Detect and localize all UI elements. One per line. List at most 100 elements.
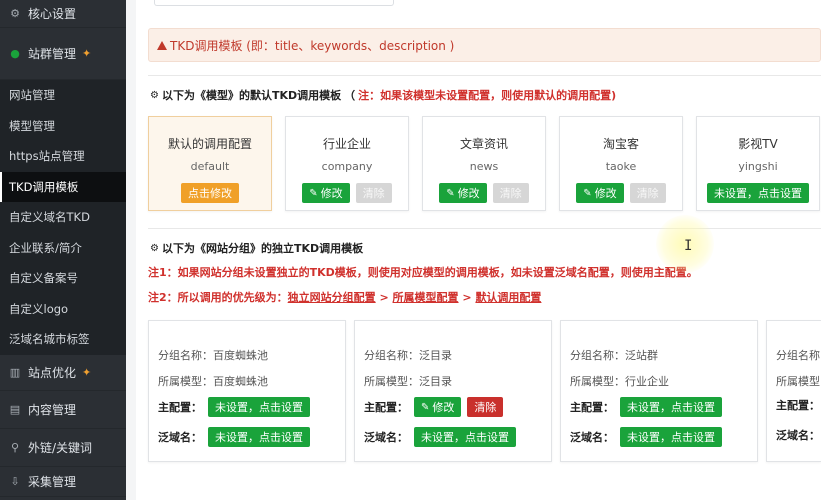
priority-link-group[interactable]: 独立网站分组配置 (288, 291, 376, 304)
group-name-row: 分组名称： 百度蜘蛛池 (158, 347, 268, 363)
wildcard-label: 泛域名： (776, 429, 820, 442)
model-card-default: 默认的调用配置 default 点击修改 (148, 116, 272, 211)
sidebar-item-label: 自定义域名TKD (9, 210, 90, 225)
chart-icon: ▥ (9, 365, 21, 379)
sidebar-submenu: 网站管理 模型管理 https站点管理 TKD调用模板 自定义域名TKD 企业联… (0, 80, 126, 355)
model-card-name: 行业企业 (322, 137, 371, 151)
group-card-partial: 分组名称： 所属模型： 主配置： 泛域名： (766, 320, 821, 462)
clear-button[interactable]: 清除 (492, 183, 529, 203)
sidebar-group-label: 站点优化 (28, 365, 77, 380)
divider (148, 75, 821, 76)
group-model-row: 所属模型： (776, 373, 821, 389)
edit-button[interactable]: ✎ 修改 (576, 183, 624, 203)
set-button[interactable]: 未设置，点击设置 (620, 427, 722, 447)
priority-link-model[interactable]: 所属模型配置 (393, 291, 459, 304)
model-card-company: 行业企业 company ✎ 修改 清除 (285, 116, 409, 211)
group-model-value: 泛目录 (419, 375, 452, 388)
model-card-code: company (321, 160, 373, 173)
group-model-value: 百度蜘蛛池 (213, 375, 268, 388)
sidebar-item-label: https站点管理 (9, 149, 85, 164)
edit-button[interactable]: ✎ 修改 (302, 183, 350, 203)
edit-button-label: 修改 (457, 187, 480, 200)
edit-icon: ✎ (421, 401, 430, 413)
sidebar-item-label: 泛域名城市标签 (9, 332, 90, 347)
sidebar-group-label: 站群管理 (28, 47, 77, 61)
clear-button[interactable]: 清除 (467, 397, 504, 417)
priority-link-default[interactable]: 默认调用配置 (475, 291, 541, 304)
set-button[interactable]: 未设置，点击设置 (414, 427, 516, 447)
sidebar-item-label: 自定义logo (9, 301, 69, 316)
group-card-fanzhanqun: 分组名称： 泛站群 所属模型： 行业企业 主配置： 未设置，点击设置 泛域名： 未设置，… (560, 320, 758, 462)
sidebar-item-custom-domain-tkd[interactable]: 自定义域名TKD (0, 202, 126, 233)
gear-icon: ⚙ (150, 89, 159, 101)
sidebar-group-label: 核心设置 (28, 7, 77, 21)
model-card-yingshi: 影视TV yingshi 未设置，点击设置 (696, 116, 820, 211)
group-name-label: 分组名称： (776, 349, 821, 362)
sidebar-group-links[interactable]: ⚲ 外链/关键词 (0, 429, 126, 467)
set-button[interactable]: 未设置，点击设置 (707, 183, 809, 203)
group-section-title: ⚙ 以下为《网站分组》的独立TKD调用模板 (150, 240, 363, 256)
sidebar-item-custom-logo[interactable]: 自定义logo (0, 294, 126, 325)
sidebar-item-custom-icp[interactable]: 自定义备案号 (0, 263, 126, 294)
sidebar-item-label: 自定义备案号 (9, 271, 78, 286)
edit-icon: ✎ (309, 187, 318, 199)
sidebar: ⚙ 核心设置 ● 站群管理 ✦ 网站管理 模型管理 https站点管理 TKD调… (0, 0, 126, 500)
section-title-paren: （ (344, 89, 356, 102)
group-name-row: 分组名称： 泛目录 (364, 347, 452, 363)
set-button[interactable]: 未设置，点击设置 (208, 427, 310, 447)
sidebar-item-company-contact[interactable]: 企业联系/简介 (0, 233, 126, 264)
set-button[interactable]: 未设置，点击设置 (620, 397, 722, 417)
group-model-row: 所属模型： 泛目录 (364, 373, 452, 389)
sidebar-group-collect[interactable]: ⇩ 采集管理 (0, 467, 126, 497)
model-card-name: 影视TV (738, 137, 778, 151)
main-config-label: 主配置： (158, 401, 202, 414)
wildcard-row: 泛域名： 未设置，点击设置 (570, 427, 728, 447)
note-2-separator: > (458, 291, 476, 304)
document-icon: ▤ (9, 402, 21, 416)
model-card-name: 淘宝客 (602, 137, 639, 151)
edit-button[interactable]: ✎ 修改 (439, 183, 487, 203)
edit-button-label: 修改 (432, 401, 455, 414)
group-name-label: 分组名称： (364, 349, 419, 362)
tkd-alert: TKD调用模板 (即：title、keywords、description ) (148, 28, 821, 62)
model-card-news: 文章资讯 news ✎ 修改 清除 (422, 116, 546, 211)
group-model-row: 所属模型： 行业企业 (570, 373, 669, 389)
edit-button-label: 修改 (320, 187, 343, 200)
sidebar-group-content[interactable]: ▤ 内容管理 (0, 391, 126, 429)
link-icon: ⚲ (10, 440, 20, 454)
sidebar-group-label: 内容管理 (28, 402, 77, 417)
group-model-label: 所属模型： (776, 375, 821, 388)
group-model-label: 所属模型： (364, 375, 419, 388)
wildcard-row: 泛域名： 未设置，点击设置 (364, 427, 522, 447)
sidebar-item-wildcard-city-tag[interactable]: 泛域名城市标签 (0, 324, 126, 355)
sidebar-group-core-settings[interactable]: ⚙ 核心设置 (0, 0, 126, 28)
warning-icon (157, 40, 167, 50)
note-2: 注2：所以调用的优先级为：独立网站分组配置 > 所属模型配置 > 默认调用配置 (148, 289, 541, 305)
alert-text: TKD调用模板 (即：title、keywords、description ) (170, 38, 455, 53)
section-title-text: 以下为《网站分组》的独立TKD调用模板 (161, 242, 364, 255)
sidebar-item-tkd-template[interactable]: TKD调用模板 (0, 171, 126, 202)
group-model-value: 行业企业 (625, 375, 669, 388)
wildcard-row: 泛域名： (776, 427, 821, 443)
edit-button[interactable]: ✎ 修改 (414, 397, 462, 417)
group-model-label: 所属模型： (158, 375, 213, 388)
note-1: 注1：如果网站分组未设置独立的TKD模板，则使用对应模型的调用模板，如未设置泛域… (148, 266, 698, 279)
clear-button[interactable]: 清除 (355, 183, 392, 203)
content-panel: TKD调用模板 (即：title、keywords、description ) … (136, 0, 821, 500)
set-button[interactable]: 未设置，点击设置 (208, 397, 310, 417)
sidebar-item-https-manage[interactable]: https站点管理 (0, 141, 126, 172)
download-icon: ⇩ (10, 474, 20, 488)
sidebar-group-site-group[interactable]: ● 站群管理 ✦ (0, 28, 126, 80)
clear-button[interactable]: 清除 (629, 183, 666, 203)
gear-icon: ⚙ (150, 242, 159, 254)
sidebar-item-site-manage[interactable]: 网站管理 (0, 80, 126, 111)
group-card-fanmulu: 分组名称： 泛目录 所属模型： 泛目录 主配置： ✎ 修改 清除 泛域名： 未设置，点击… (354, 320, 552, 462)
model-section-title: ⚙ 以下为《模型》的默认TKD调用模板 （ 注：如果该模型未设置配置，则使用默认… (150, 87, 616, 103)
main-config-row: 主配置： ✎ 修改 清除 (364, 397, 509, 417)
sidebar-group-site-optimize[interactable]: ▥ 站点优化 ✦ (0, 355, 126, 391)
section-title-text: 以下为《模型》的默认TKD调用模板 (161, 89, 342, 102)
sidebar-item-model-manage[interactable]: 模型管理 (0, 111, 126, 142)
user-icon: ● (10, 47, 20, 60)
text-cursor-icon: I (684, 238, 693, 254)
edit-button[interactable]: 点击修改 (181, 183, 239, 203)
